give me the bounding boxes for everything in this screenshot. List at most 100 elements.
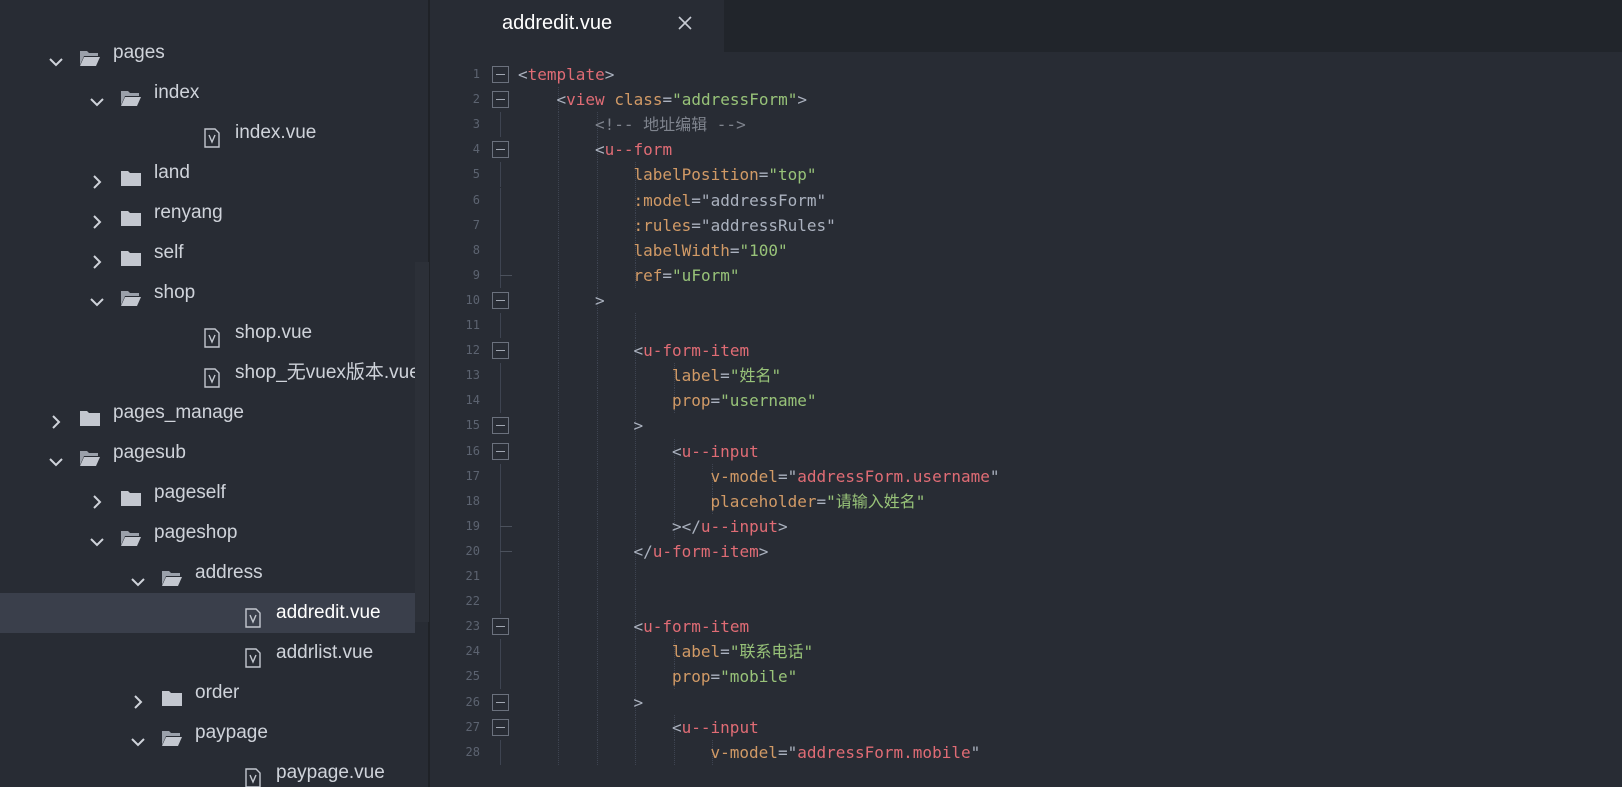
code-line[interactable]: 11 (432, 313, 1622, 338)
chevron-right-icon[interactable] (89, 485, 105, 509)
code-token: :rules (633, 215, 692, 235)
indent-guide (596, 338, 598, 364)
code-line[interactable]: 13 label="姓名" (432, 363, 1622, 389)
code-line[interactable]: 7:rules="addressRules" (432, 212, 1622, 238)
chevron-down-icon[interactable] (89, 525, 105, 547)
code-line[interactable]: 6:model="addressForm" (432, 187, 1622, 213)
fold-toggle-icon[interactable] (492, 417, 509, 435)
code-token: </ (633, 541, 653, 561)
tree-folder[interactable]: pages (0, 33, 415, 73)
code-line[interactable]: 21 (432, 564, 1622, 589)
line-number: 28 (465, 744, 480, 759)
tree-folder[interactable]: pageshop (0, 513, 415, 553)
fold-toggle-icon[interactable] (492, 718, 509, 736)
close-icon[interactable] (676, 14, 694, 32)
code-line[interactable]: 18 placeholder="请输入姓名" (432, 488, 1622, 514)
code-line[interactable]: 5 labelPosition="top" (432, 162, 1622, 188)
code-token: =" (777, 742, 798, 762)
indent-guide (558, 589, 559, 615)
code-line[interactable]: 26 > (432, 689, 1622, 715)
tree-file[interactable]: shop.vue (0, 313, 415, 353)
code-line[interactable]: 1 <template> (432, 62, 1622, 87)
tab-addredit-vue[interactable]: addredit.vue (432, 0, 724, 52)
tree-folder[interactable]: pages_manage (0, 393, 415, 433)
tree-folder[interactable]: pageself (0, 473, 415, 513)
code-line[interactable]: 2 <view class="addressForm"> (432, 87, 1622, 113)
tree-folder[interactable]: address (0, 553, 415, 593)
code-line[interactable]: 10 > (432, 287, 1622, 313)
code-token: v-model (710, 466, 778, 486)
fold-toggle-icon[interactable] (492, 618, 509, 636)
code-line[interactable]: 12 <u-form-item (432, 338, 1622, 364)
indent-guide (596, 664, 598, 690)
tree-folder[interactable]: order (0, 673, 415, 713)
tree-item-label: order (195, 682, 240, 703)
code-line[interactable]: 14 prop="username" (432, 388, 1622, 414)
line-number: 2 (472, 92, 480, 107)
code-line[interactable]: 4 <u--form (432, 137, 1622, 163)
indent-guide (635, 589, 636, 615)
fold-toggle-icon[interactable] (492, 342, 509, 360)
code-token: < (518, 65, 528, 84)
code-line[interactable]: 19 ></u--input> (432, 513, 1622, 539)
code-line[interactable]: 24 label="联系电话" (432, 639, 1622, 665)
chevron-right-icon[interactable] (48, 405, 64, 429)
fold-toggle-icon[interactable] (492, 91, 509, 109)
chevron-down-icon[interactable] (130, 565, 146, 587)
chevron-down-icon[interactable] (130, 725, 146, 747)
tree-file[interactable]: shop_无vuex版本.vue (0, 353, 420, 393)
tree-file[interactable]: paypage.vue (0, 753, 415, 787)
tree-file[interactable]: index.vue (0, 113, 415, 153)
folder-icon (120, 243, 142, 266)
code-token: view (566, 90, 605, 110)
fold-toggle-icon[interactable] (492, 442, 509, 460)
tree-folder[interactable]: land (0, 153, 415, 193)
chevron-right-icon[interactable] (89, 245, 105, 269)
tree-folder[interactable]: paypage (0, 713, 415, 753)
code-line[interactable]: 3 <!-- 地址编辑 --> (432, 112, 1622, 138)
code-line[interactable]: 27 <u--input (432, 714, 1622, 740)
code-line[interactable]: 22 (432, 589, 1622, 615)
indent-guide (596, 639, 598, 665)
indent-guide (635, 438, 636, 464)
code-token: > (604, 65, 615, 84)
chevron-down-icon[interactable] (89, 285, 105, 307)
code-token: "username" (720, 391, 817, 411)
line-number: 17 (465, 468, 480, 483)
code-line[interactable]: 23 <u-form-item (432, 614, 1622, 640)
code-editor[interactable]: 1 <template> 2 <view class="addressForm"> 3 <… (432, 52, 1622, 787)
chevron-right-icon[interactable] (130, 685, 146, 709)
fold-toggle-icon[interactable] (492, 693, 509, 711)
line-number: 20 (465, 543, 480, 558)
chevron-down-icon[interactable] (48, 445, 64, 467)
chevron-down-icon[interactable] (48, 45, 64, 67)
code-line[interactable]: 16 <u--input (432, 438, 1622, 464)
fold-toggle-icon[interactable] (492, 66, 509, 83)
code-line[interactable]: 28 v-model="addressForm.mobile" (432, 739, 1622, 765)
tree-item-label: shop (154, 282, 196, 303)
chevron-down-icon[interactable] (89, 85, 105, 107)
code-line[interactable]: 17 v-model="addressForm.username" (432, 463, 1622, 489)
code-token: = (710, 667, 721, 687)
line-number: 13 (465, 368, 480, 383)
tree-folder[interactable]: shop (0, 273, 415, 313)
chevron-right-icon[interactable] (89, 205, 105, 229)
tree-folder[interactable]: self (0, 233, 415, 273)
tree-file[interactable]: addredit.vue (0, 593, 415, 633)
tree-folder[interactable]: index (0, 73, 415, 113)
code-line[interactable]: 15 > (432, 413, 1622, 439)
fold-toggle-icon[interactable] (492, 141, 509, 159)
tree-folder[interactable]: renyang (0, 193, 415, 233)
fold-toggle-icon[interactable] (492, 291, 509, 309)
chevron-right-icon[interactable] (89, 165, 105, 189)
code-text: prop="username" (672, 388, 817, 413)
code-line[interactable]: 9 ref="uForm" (432, 262, 1622, 288)
fold-guide (500, 162, 501, 188)
code-token: < (595, 140, 605, 160)
code-line[interactable]: 25 prop="mobile" (432, 664, 1622, 690)
code-line[interactable]: 20 </u-form-item> (432, 538, 1622, 564)
code-line[interactable]: 8 labelWidth="100" (432, 237, 1622, 263)
tree-file[interactable]: addrlist.vue (0, 633, 415, 673)
sidebar-scrollbar[interactable] (415, 262, 429, 622)
tree-folder[interactable]: pagesub (0, 433, 415, 473)
